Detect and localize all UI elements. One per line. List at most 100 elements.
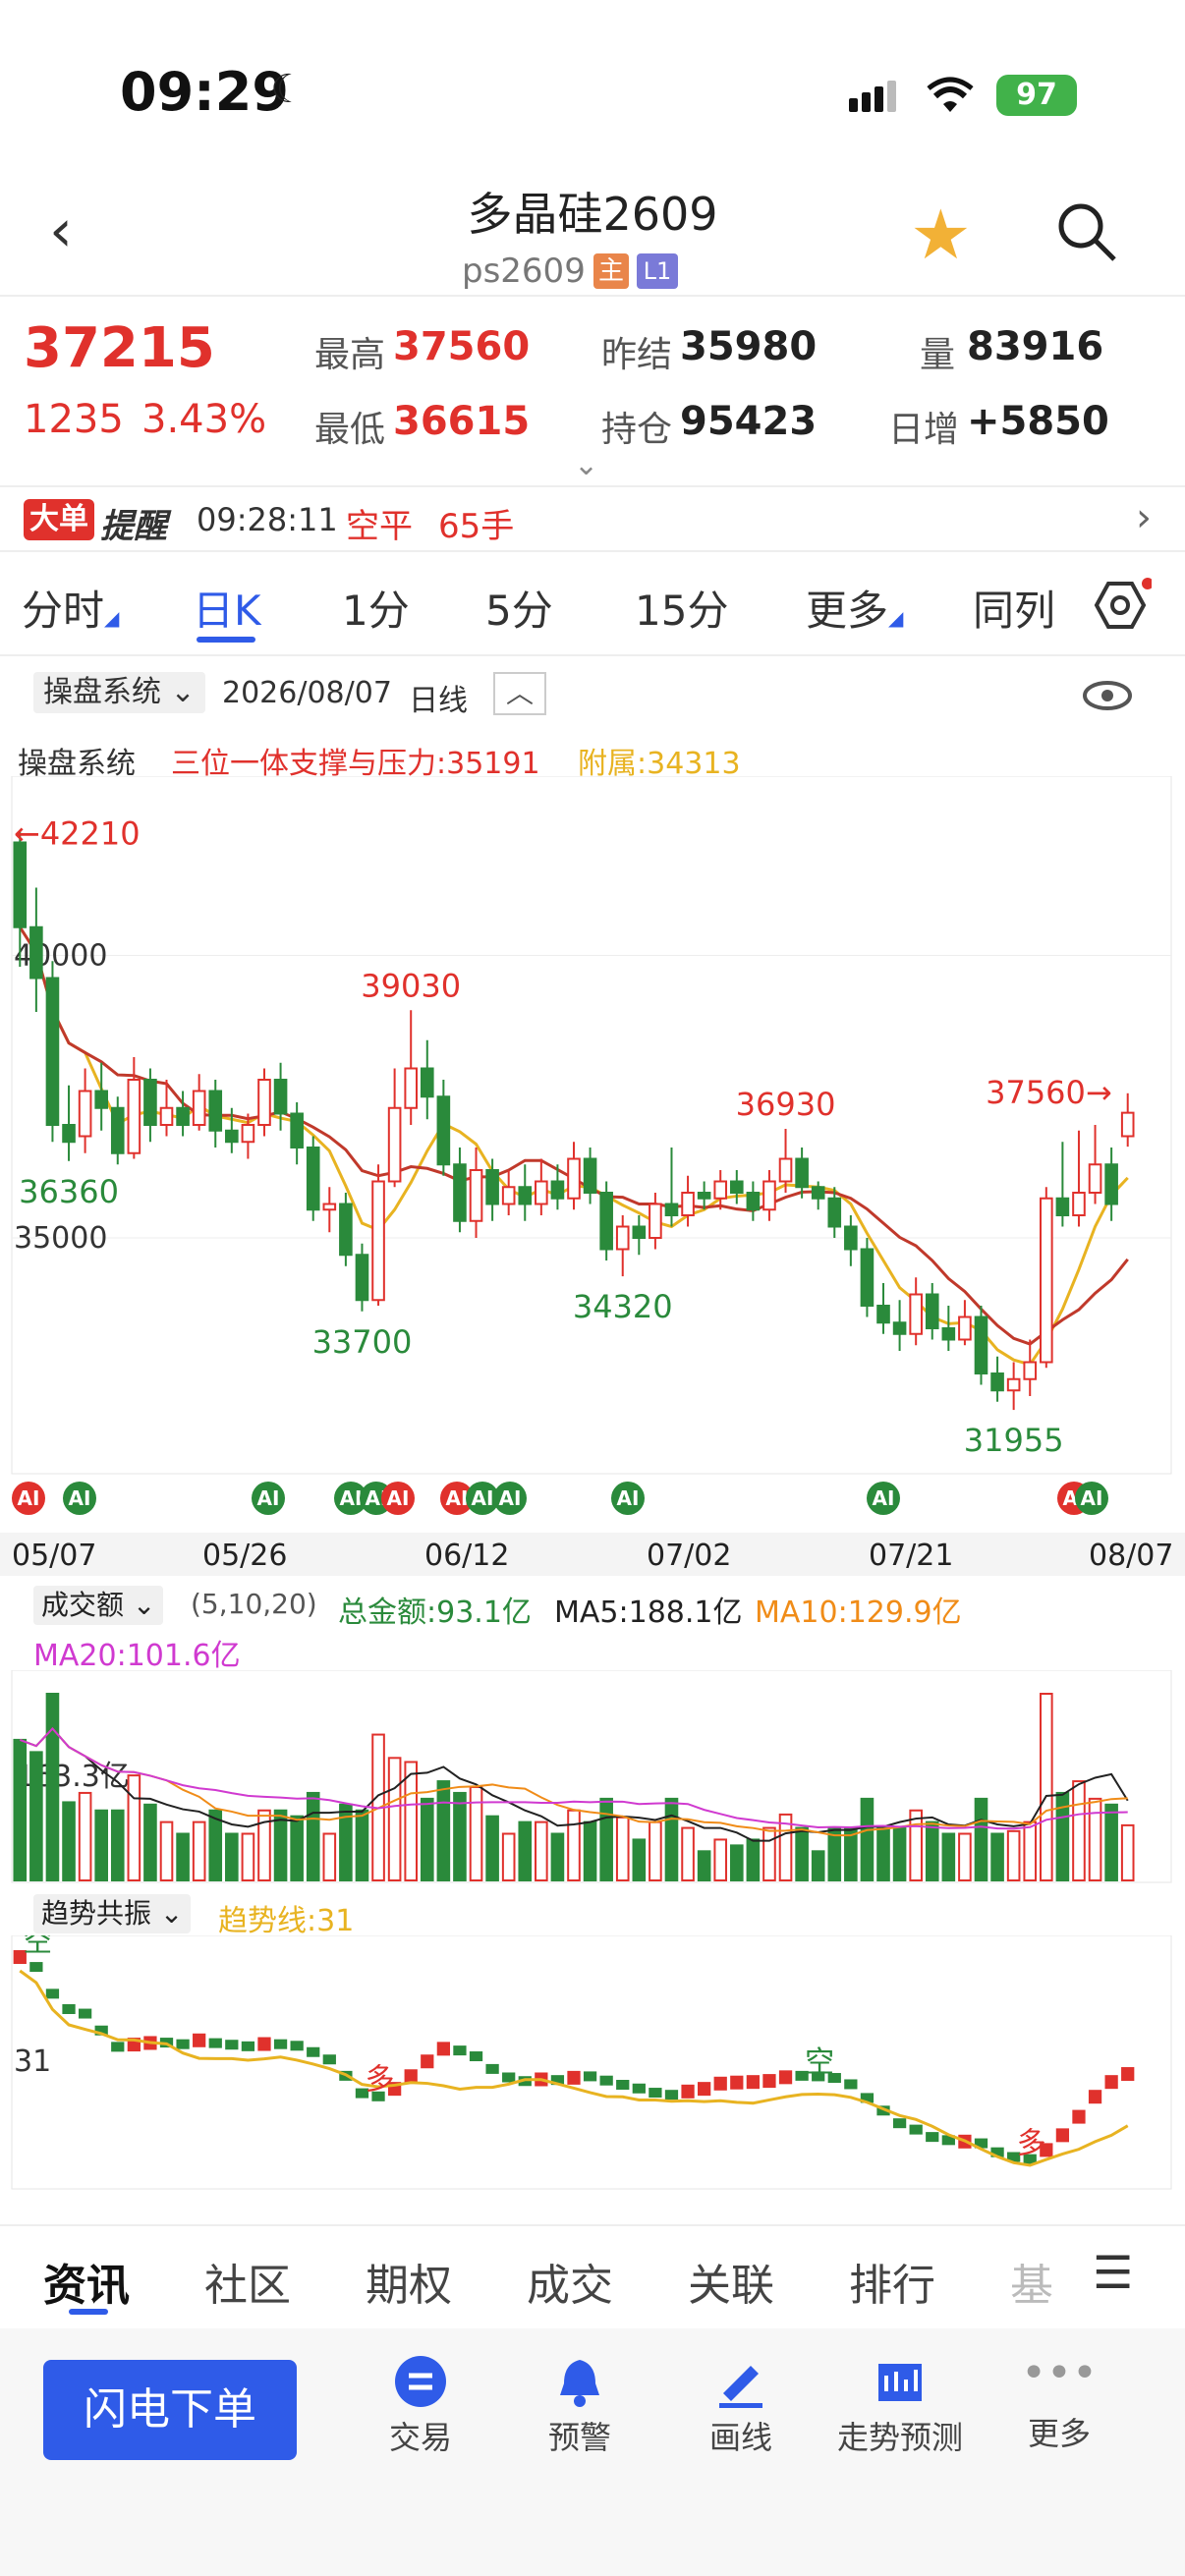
candle-body bbox=[225, 1129, 239, 1144]
price-change: 1235 bbox=[24, 397, 124, 442]
volume-chart: 163.3亿 bbox=[11, 1670, 1172, 1883]
star-icon[interactable]: ★ bbox=[910, 195, 972, 275]
trend-block bbox=[45, 1988, 60, 1999]
volume-bar bbox=[909, 1809, 923, 1881]
trend-block bbox=[713, 2076, 727, 2091]
tab-15min[interactable]: 15分 bbox=[635, 578, 728, 638]
volume-ma5: MA5:188.1亿 bbox=[554, 1596, 743, 1630]
collapse-button[interactable]: ︿ bbox=[493, 672, 546, 715]
tab-fundamentals[interactable]: 基 bbox=[1010, 2250, 1053, 2313]
ai-marker[interactable]: AI bbox=[12, 1482, 45, 1515]
candlestick-chart[interactable]: 40000 35000 ←42210 39030 36360 33700 34320 3693… bbox=[0, 776, 1185, 1533]
candle-body bbox=[697, 1192, 711, 1200]
candle-body bbox=[615, 1225, 630, 1251]
volume-bar bbox=[762, 1826, 776, 1881]
trend-block bbox=[453, 2045, 467, 2056]
moon-icon: ☾ bbox=[270, 67, 306, 112]
volume-bar bbox=[453, 1791, 467, 1881]
candle-body bbox=[485, 1169, 499, 1205]
tab-ranking[interactable]: 排行 bbox=[849, 2250, 935, 2313]
volume-bar bbox=[420, 1797, 434, 1881]
candle-body bbox=[974, 1316, 988, 1374]
ai-marker[interactable]: AI bbox=[493, 1482, 527, 1515]
tab-same-list[interactable]: 同列 bbox=[973, 578, 1055, 638]
tab-1min[interactable]: 1分 bbox=[342, 578, 410, 638]
candle-body bbox=[860, 1248, 875, 1307]
volume-bar bbox=[599, 1797, 613, 1881]
more-dots-icon: ••• bbox=[1021, 2348, 1098, 2398]
draw-tool[interactable]: 画线 bbox=[652, 2354, 829, 2458]
candle-body bbox=[892, 1321, 907, 1335]
tab-dropdown-icon: ◢ bbox=[104, 606, 120, 630]
volume-bar bbox=[176, 1832, 190, 1881]
volume-bar bbox=[192, 1820, 206, 1881]
candle-body bbox=[795, 1157, 809, 1189]
forecast-tool[interactable]: 走势预测 bbox=[812, 2354, 988, 2458]
eye-icon[interactable] bbox=[1081, 678, 1134, 713]
trend-block bbox=[111, 2042, 125, 2052]
trend-mark: 空 bbox=[805, 2045, 834, 2080]
alert-label: 预警 bbox=[547, 2419, 611, 2456]
more-tool[interactable]: ••• 更多 bbox=[971, 2348, 1148, 2454]
trend-block bbox=[257, 2037, 271, 2051]
daily-inc-label: 日增 bbox=[888, 410, 960, 450]
ai-marker[interactable]: AI bbox=[63, 1482, 96, 1515]
prev-settle-label: 昨结 bbox=[601, 335, 673, 375]
tab-trades[interactable]: 成交 bbox=[527, 2250, 613, 2313]
ai-marker[interactable]: AI bbox=[252, 1482, 285, 1515]
settings-hex-icon[interactable] bbox=[1093, 578, 1152, 633]
volume-bar bbox=[1006, 1829, 1021, 1881]
tab-news[interactable]: 资讯 bbox=[43, 2250, 130, 2313]
candle-body bbox=[127, 1079, 141, 1154]
trend-block bbox=[1072, 2109, 1086, 2124]
volume-bar bbox=[697, 1850, 711, 1881]
candle-body bbox=[1104, 1163, 1118, 1205]
ai-marker[interactable]: AI bbox=[611, 1482, 645, 1515]
expand-chevron-icon[interactable]: ⌄ bbox=[574, 448, 598, 482]
ai-marker[interactable]: AI bbox=[1075, 1482, 1108, 1515]
trend-block bbox=[746, 2075, 761, 2090]
menu-icon[interactable]: ☰ bbox=[1093, 2246, 1133, 2299]
search-icon[interactable] bbox=[1053, 198, 1118, 263]
alert-qty[interactable]: 65手 bbox=[438, 499, 514, 547]
flash-order-button[interactable]: 闪电下单 bbox=[43, 2360, 297, 2460]
trend-block bbox=[307, 2046, 320, 2057]
volume-bar bbox=[550, 1832, 565, 1881]
candle-body bbox=[925, 1293, 939, 1329]
prev-settle-value: 35980 bbox=[680, 324, 818, 369]
candle-body bbox=[159, 1106, 174, 1126]
tab-options[interactable]: 期权 bbox=[366, 2250, 452, 2313]
trend-mark: 多 bbox=[365, 2063, 394, 2098]
candle-body bbox=[78, 1090, 92, 1138]
candle-body bbox=[1040, 1197, 1053, 1364]
alert-arrow-icon[interactable]: › bbox=[1136, 495, 1152, 540]
volume-bar bbox=[583, 1820, 597, 1881]
tab-community[interactable]: 社区 bbox=[204, 2250, 291, 2313]
alert-tool[interactable]: 预警 bbox=[491, 2354, 668, 2458]
tab-5min[interactable]: 5分 bbox=[485, 578, 553, 638]
trade-tool[interactable]: 交易 bbox=[332, 2354, 509, 2458]
volume-bar bbox=[664, 1797, 679, 1881]
tab-daily-k[interactable]: 日K bbox=[193, 578, 261, 638]
tab-related[interactable]: 关联 bbox=[688, 2250, 774, 2313]
price-annotation: 37560→ bbox=[986, 1074, 1112, 1111]
trend-selector[interactable]: 趋势共振 ⌄ bbox=[33, 1894, 192, 1933]
volume-bar bbox=[290, 1815, 304, 1881]
candle-body bbox=[1072, 1192, 1086, 1216]
volume-bar bbox=[436, 1780, 451, 1881]
trend-block bbox=[926, 2132, 939, 2143]
trend-block bbox=[322, 2054, 336, 2065]
volume-bar bbox=[306, 1791, 320, 1881]
ai-marker[interactable]: AI bbox=[381, 1482, 415, 1515]
tab-timeshare[interactable]: 分时◢ bbox=[22, 578, 119, 638]
tab-more[interactable]: 更多◢ bbox=[806, 578, 903, 638]
system-selector[interactable]: 操盘系统 ⌄ bbox=[33, 672, 205, 713]
low-value: 36615 bbox=[393, 399, 531, 444]
tab-more-dropdown-icon: ◢ bbox=[888, 606, 904, 630]
candle-body bbox=[811, 1186, 825, 1200]
trend-block bbox=[1104, 2075, 1118, 2090]
volume-bar bbox=[958, 1832, 972, 1881]
ai-marker[interactable]: AI bbox=[867, 1482, 900, 1515]
volume-bar bbox=[974, 1797, 988, 1881]
volume-selector[interactable]: 成交额 ⌄ bbox=[33, 1586, 164, 1625]
